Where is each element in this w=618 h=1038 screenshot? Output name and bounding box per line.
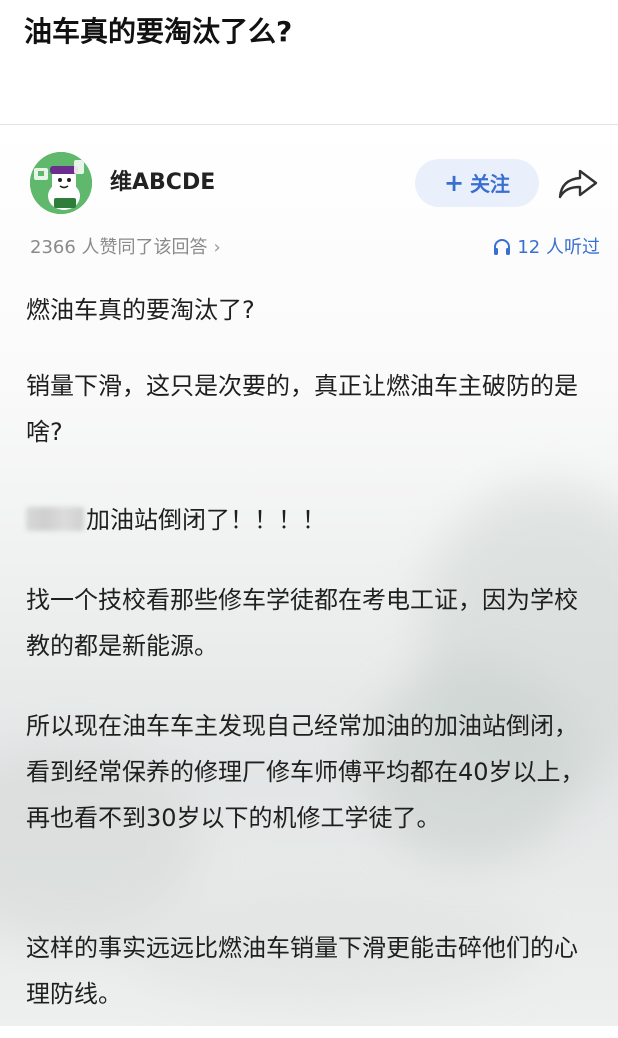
listen-count-text: 12 人听过 [517, 237, 600, 258]
answer-paragraph: 所以现在油车车主发现自己经常加油的加油站倒闭，看到经常保养的修理厂修车师傅平均都… [26, 712, 585, 832]
answer-paragraph: 这样的事实远远比燃油车销量下滑更能击碎他们的心理防线。 [26, 934, 578, 1008]
answer-card: 维ABCDE + 关注 2366 人赞同了该回答 › 12 人听过 燃油车真的要淘汰… [0, 125, 618, 1038]
answer-meta-row: 2366 人赞同了该回答 › 12 人听过 [30, 235, 600, 261]
agree-count-link[interactable]: 2366 人赞同了该回答 › [30, 235, 221, 261]
answer-paragraph: 燃油车真的要淘汰了? [26, 296, 255, 324]
chevron-right-icon: › [213, 237, 221, 258]
question-header: 油车真的要淘汰了么? [0, 0, 618, 124]
listen-count[interactable]: 12 人听过 [493, 235, 600, 261]
agree-count-text: 2366 人赞同了该回答 [30, 237, 208, 258]
author-name[interactable]: 维ABCDE [110, 169, 215, 197]
answer-paragraph: 销量下滑，这只是次要的，真正让燃油车主破防的是啥? [26, 372, 578, 446]
answer-paragraph-with-blur: 加油站倒闭了！！！！ [26, 497, 586, 543]
bottom-edge [0, 1026, 618, 1038]
follow-label: 关注 [470, 172, 511, 196]
question-title[interactable]: 油车真的要淘汰了么? [24, 12, 292, 52]
blurred-text [26, 507, 84, 531]
answer-paragraph: 找一个技校看那些修车学徒都在考电工证，因为学校教的都是新能源。 [26, 586, 578, 660]
headphone-icon [494, 239, 511, 255]
plus-icon: + [443, 169, 465, 197]
page: 油车真的要淘汰了么? 维ABCDE + 关注 2366 人赞同了该回答 › 12… [0, 0, 618, 1038]
follow-button[interactable]: + 关注 [415, 159, 539, 207]
author-avatar[interactable] [30, 152, 92, 214]
cartoon-avatar-icon [30, 152, 92, 214]
share-icon[interactable] [556, 165, 600, 201]
answer-paragraph-text: 加油站倒闭了！！！！ [86, 506, 326, 534]
